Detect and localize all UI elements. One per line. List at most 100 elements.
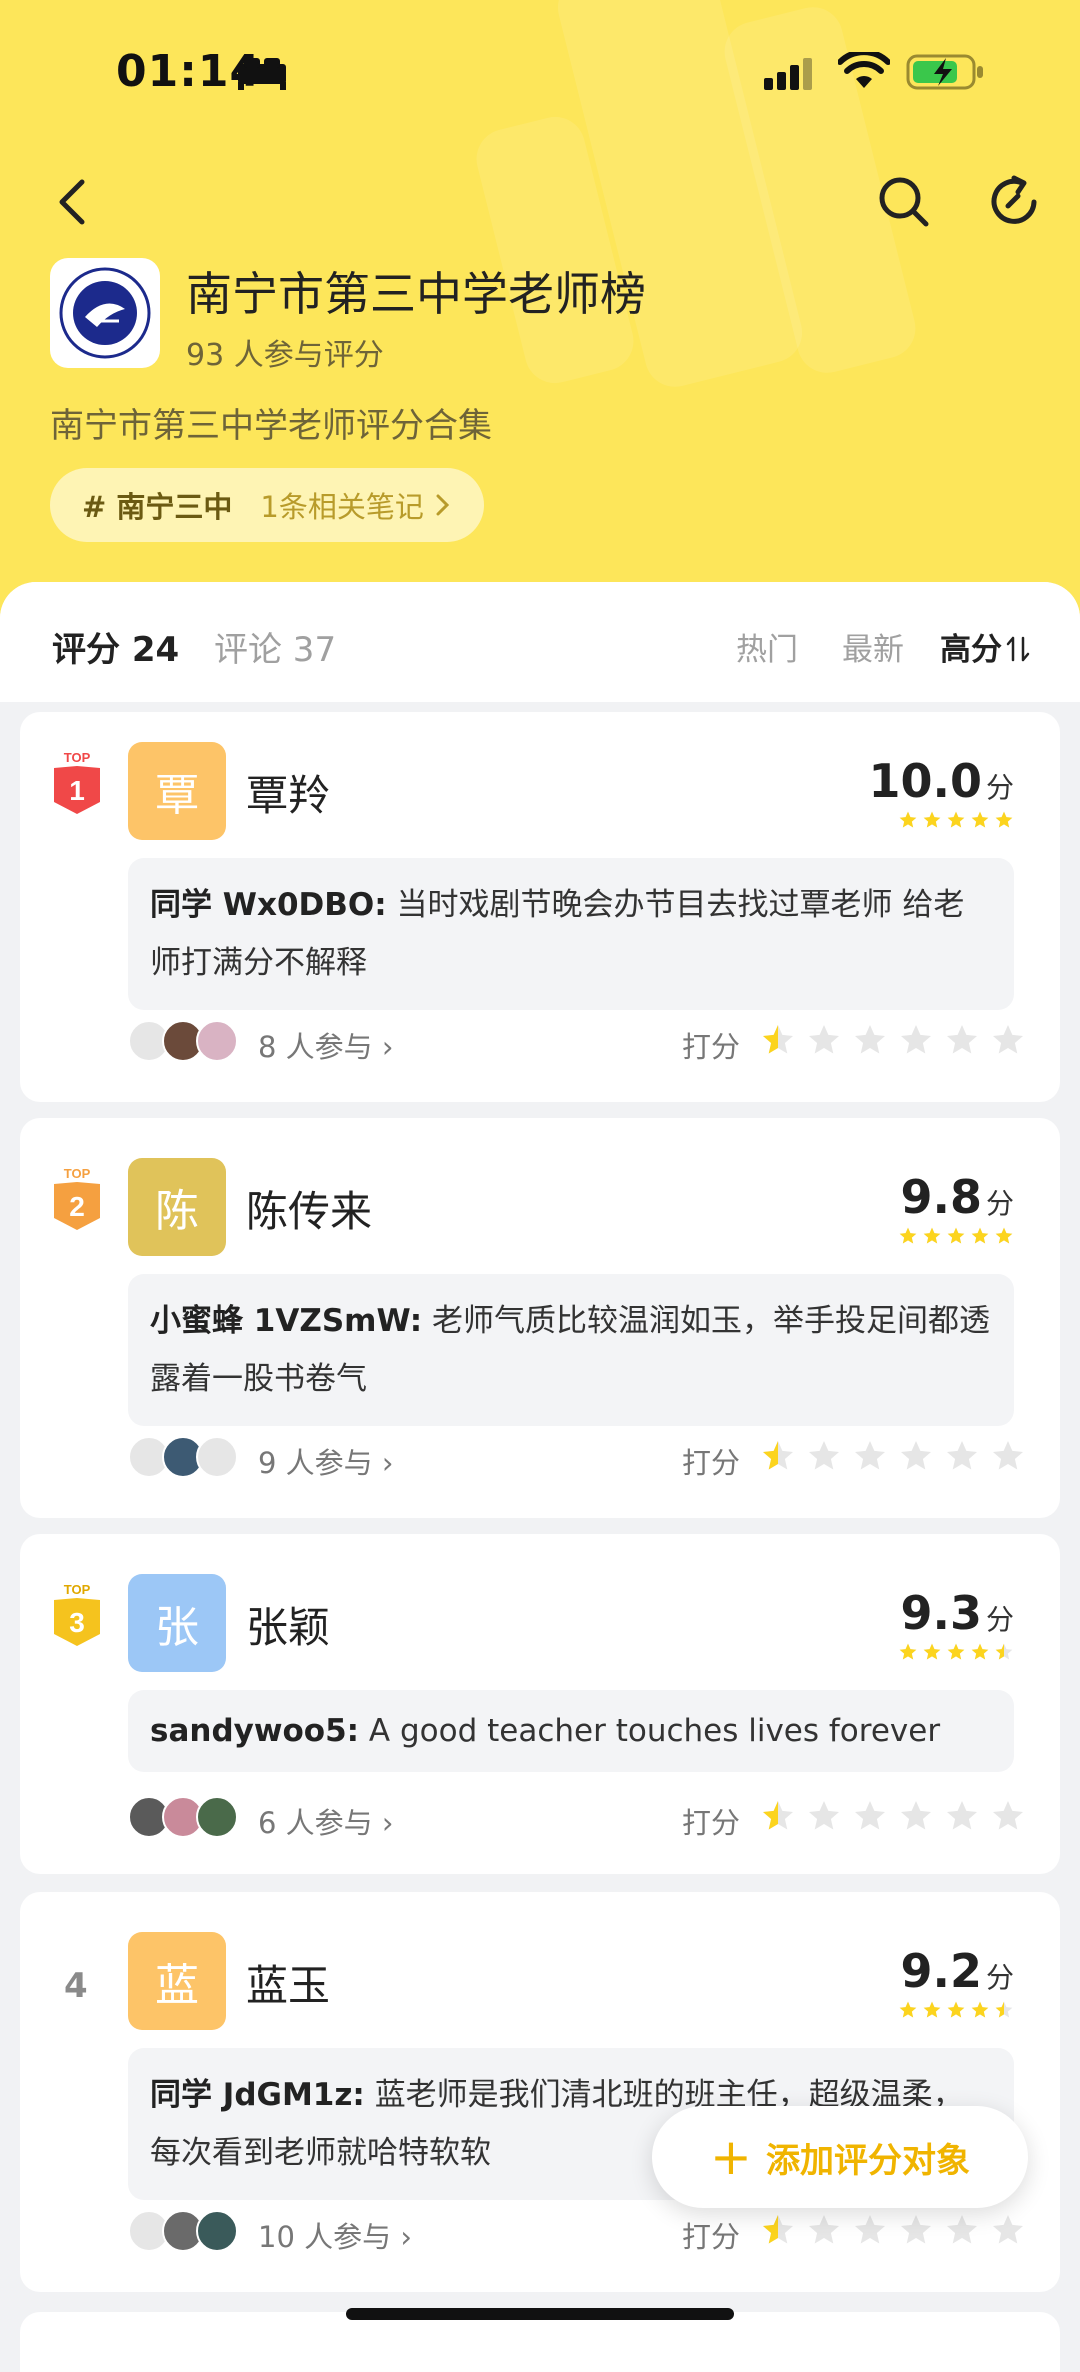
refresh-icon[interactable] [984, 172, 1044, 232]
star-icon [971, 1227, 989, 1244]
star-icon [923, 1227, 941, 1244]
card-footer: 10 人参与 › 打分 [128, 2208, 1028, 2258]
star-icon [855, 2215, 885, 2244]
comment-author: 同学 JdGM1z: [150, 2077, 365, 2113]
star-icon [995, 1643, 1013, 1660]
join-count-link[interactable]: 6 人参与 › [258, 1800, 394, 1842]
participant-avatars [128, 2210, 238, 2252]
teacher-name: 张颖 [246, 1603, 331, 1652]
score-value: 9.3 [900, 1586, 982, 1640]
sort-latest[interactable]: 最新 [842, 624, 904, 669]
star-icon [855, 1025, 885, 1054]
rate-label: 打分 [682, 1030, 741, 1064]
school-logo [50, 258, 160, 368]
participant-avatars [128, 1020, 238, 1062]
teacher-card[interactable]: TOP 3 张 张颖 9.3 分 sandywoo5: A good teache… [20, 1534, 1060, 1874]
card-footer: 8 人参与 › 打分 [128, 1018, 1028, 1068]
score-unit: 分 [985, 1187, 1014, 1220]
topic-chip[interactable]: # 南宁三中 1条相关笔记 [50, 468, 484, 542]
page-title: 南宁市第三中学老师榜 [186, 267, 646, 321]
teacher-card[interactable]: TOP 2 陈 陈传来 9.8 分 小蜜蜂 1VZSmW: 老师气质比较温润如玉，… [20, 1118, 1060, 1518]
star-icon [971, 1643, 989, 1660]
teacher-score: 9.3 分 [898, 1586, 1014, 1662]
participant-count: 93 人参与评分 [186, 338, 384, 373]
svg-text:TOP: TOP [64, 1582, 91, 1597]
status-bar: 01:14 [0, 0, 1080, 140]
star-icon [993, 1801, 1023, 1830]
star-icon [763, 1025, 793, 1054]
top-rank-badge-icon: TOP 3 [54, 1582, 100, 1646]
join-count-link[interactable]: 10 人参与 › [258, 2214, 412, 2256]
score-unit: 分 [985, 1603, 1014, 1636]
top-comment[interactable]: 小蜜蜂 1VZSmW: 老师气质比较温润如玉，举手投足间都透露着一股书卷气 [128, 1274, 1014, 1426]
top-rank-badge-icon: TOP 2 [54, 1166, 100, 1230]
join-count-link[interactable]: 8 人参与 › [258, 1024, 394, 1066]
join-count: 9 人参与 [258, 1446, 373, 1480]
score-stars [868, 810, 1014, 830]
topic-tag: # 南宁三中 [82, 490, 233, 524]
add-rating-target-label: 添加评分对象 [765, 2140, 970, 2181]
sort-high[interactable]: 高分 [940, 624, 1030, 669]
star-icon [923, 1643, 941, 1660]
rate-stars[interactable] [760, 1438, 1026, 1474]
comment-author: 小蜜蜂 1VZSmW: [150, 1303, 423, 1339]
star-icon [993, 1441, 1023, 1470]
search-icon[interactable] [874, 172, 934, 232]
tab-comments[interactable]: 评论 37 [214, 622, 336, 671]
join-count: 10 人参与 [258, 2220, 392, 2254]
plus-icon: + [710, 2128, 752, 2186]
rate-stars[interactable] [760, 1022, 1026, 1058]
back-button[interactable] [44, 172, 104, 232]
star-icon [947, 1643, 965, 1660]
board-description: 南宁市第三中学老师评分合集 [50, 406, 492, 446]
home-indicator [346, 2308, 734, 2320]
chevron-right-icon: › [381, 1446, 394, 1480]
rank-number: 4 [64, 1966, 88, 2006]
rate-label: 打分 [682, 1446, 741, 1480]
top-comment[interactable]: 同学 Wx0DBO: 当时戏剧节晚会办节目去找过覃老师 给老师打满分不解释 [128, 858, 1014, 1010]
star-icon [993, 1025, 1023, 1054]
score-value: 9.2 [900, 1944, 982, 1998]
teacher-avatar: 覃 [128, 742, 226, 840]
join-count: 8 人参与 [258, 1030, 373, 1064]
comment-author: sandywoo5: [150, 1713, 360, 1749]
teacher-card[interactable]: 4 蓝 蓝玉 9.2 分 同学 JdGM1z: 蓝老师是我们清北班的班主任，超级温… [20, 1892, 1060, 2292]
star-icon [947, 811, 965, 828]
teacher-name: 蓝玉 [246, 1961, 331, 2010]
svg-text:TOP: TOP [64, 750, 91, 765]
star-icon [899, 811, 917, 828]
teacher-avatar: 张 [128, 1574, 226, 1672]
teacher-card[interactable]: TOP 1 覃 覃羚 10.0 分 同学 Wx0DBO: 当时戏剧节晚会办节目去找… [20, 712, 1060, 1102]
avatar [196, 1436, 238, 1478]
star-icon [809, 2215, 839, 2244]
score-unit: 分 [985, 771, 1014, 804]
star-icon [899, 2001, 917, 2018]
star-icon [923, 2001, 941, 2018]
top-rank-badge-icon: TOP 1 [54, 750, 100, 814]
tab-ratings[interactable]: 评分 24 [52, 622, 179, 671]
top-comment[interactable]: sandywoo5: A good teacher touches lives … [128, 1690, 1014, 1772]
rank-number: 3 [69, 1607, 85, 1638]
rate-stars[interactable] [760, 2212, 1026, 2248]
teacher-score: 10.0 分 [868, 754, 1014, 830]
star-icon [901, 1441, 931, 1470]
add-rating-target-button[interactable]: + 添加评分对象 [652, 2106, 1028, 2208]
star-icon [995, 2001, 1013, 2018]
rank-number: 2 [69, 1191, 85, 1222]
star-icon [899, 1227, 917, 1244]
rate-label: 打分 [682, 2220, 741, 2254]
next-teacher-card [20, 2312, 1060, 2372]
teacher-avatar: 陈 [128, 1158, 226, 1256]
sort-hot[interactable]: 热门 [736, 624, 798, 669]
rate-stars[interactable] [760, 1798, 1026, 1834]
star-icon [995, 1227, 1013, 1244]
star-icon [809, 1801, 839, 1830]
star-icon [763, 1801, 793, 1830]
star-icon [855, 1801, 885, 1830]
chevron-right-icon: › [381, 1030, 394, 1064]
score-stars [898, 2000, 1014, 2020]
comment-author: 同学 Wx0DBO: [150, 887, 387, 923]
star-icon [763, 1441, 793, 1470]
star-icon [901, 2215, 931, 2244]
join-count-link[interactable]: 9 人参与 › [258, 1440, 394, 1482]
